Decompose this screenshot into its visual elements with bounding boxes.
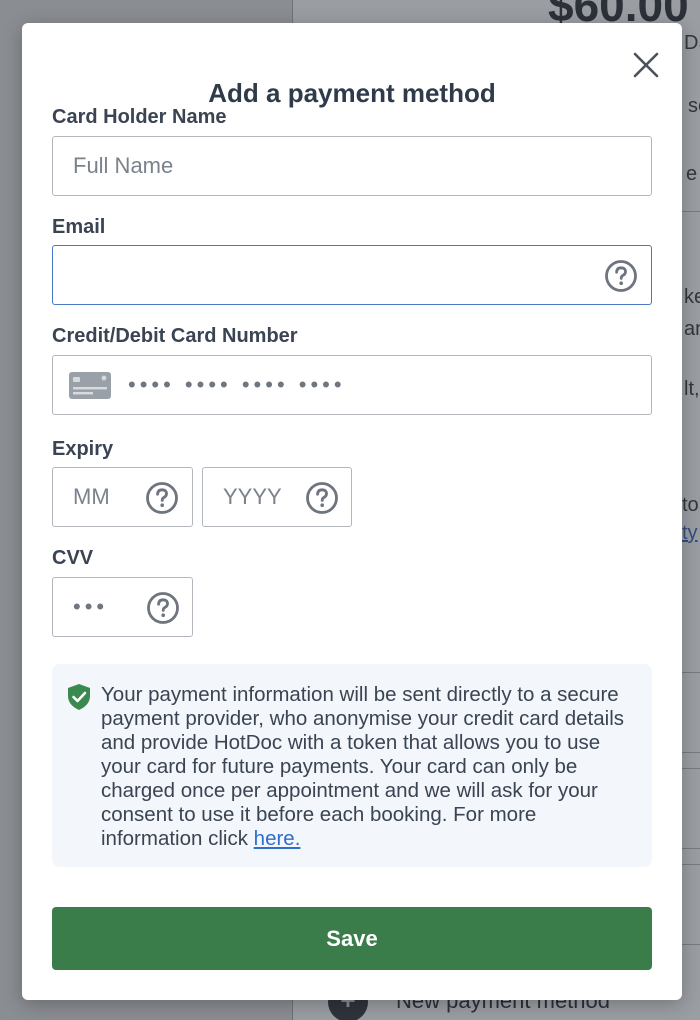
expiry-year-field bbox=[202, 467, 352, 527]
cvv-label: CVV bbox=[52, 547, 94, 569]
background-link[interactable]: ty bbox=[682, 522, 698, 545]
card-number-label: Credit/Debit Card Number bbox=[52, 325, 298, 347]
expiry-label: Expiry bbox=[52, 438, 114, 460]
question-circle-icon[interactable] bbox=[145, 481, 179, 515]
card-number-input[interactable] bbox=[53, 356, 651, 414]
background-text: to bbox=[682, 494, 699, 516]
expiry-month-field bbox=[52, 467, 193, 527]
more-info-link[interactable]: here. bbox=[254, 827, 301, 850]
payment-method-modal: Add a payment method Card Holder Name Em… bbox=[22, 23, 682, 1000]
close-icon bbox=[633, 52, 659, 78]
security-info-text: Your payment information will be sent di… bbox=[101, 683, 641, 851]
question-circle-icon[interactable] bbox=[146, 591, 180, 625]
card-holder-input[interactable] bbox=[53, 137, 651, 195]
background-text: se bbox=[688, 95, 700, 117]
background-text: lt, bbox=[684, 378, 700, 400]
email-input[interactable] bbox=[53, 246, 651, 304]
card-holder-label: Card Holder Name bbox=[52, 106, 227, 128]
security-info-body: Your payment information will be sent di… bbox=[101, 683, 625, 850]
email-label: Email bbox=[52, 216, 106, 238]
save-button[interactable]: Save bbox=[52, 907, 652, 970]
card-holder-field bbox=[52, 136, 652, 196]
background-text: an bbox=[684, 318, 700, 340]
background-text: e bbox=[686, 163, 698, 185]
question-circle-icon[interactable] bbox=[604, 259, 638, 293]
close-button[interactable] bbox=[632, 51, 660, 79]
question-circle-icon[interactable] bbox=[305, 481, 339, 515]
security-info-box: Your payment information will be sent di… bbox=[52, 664, 652, 867]
background-text: ke bbox=[684, 286, 700, 308]
cvv-field bbox=[52, 577, 193, 637]
shield-check-icon bbox=[68, 684, 90, 710]
card-number-field bbox=[52, 355, 652, 415]
background-text: DS bbox=[684, 32, 700, 54]
email-field bbox=[52, 245, 652, 305]
